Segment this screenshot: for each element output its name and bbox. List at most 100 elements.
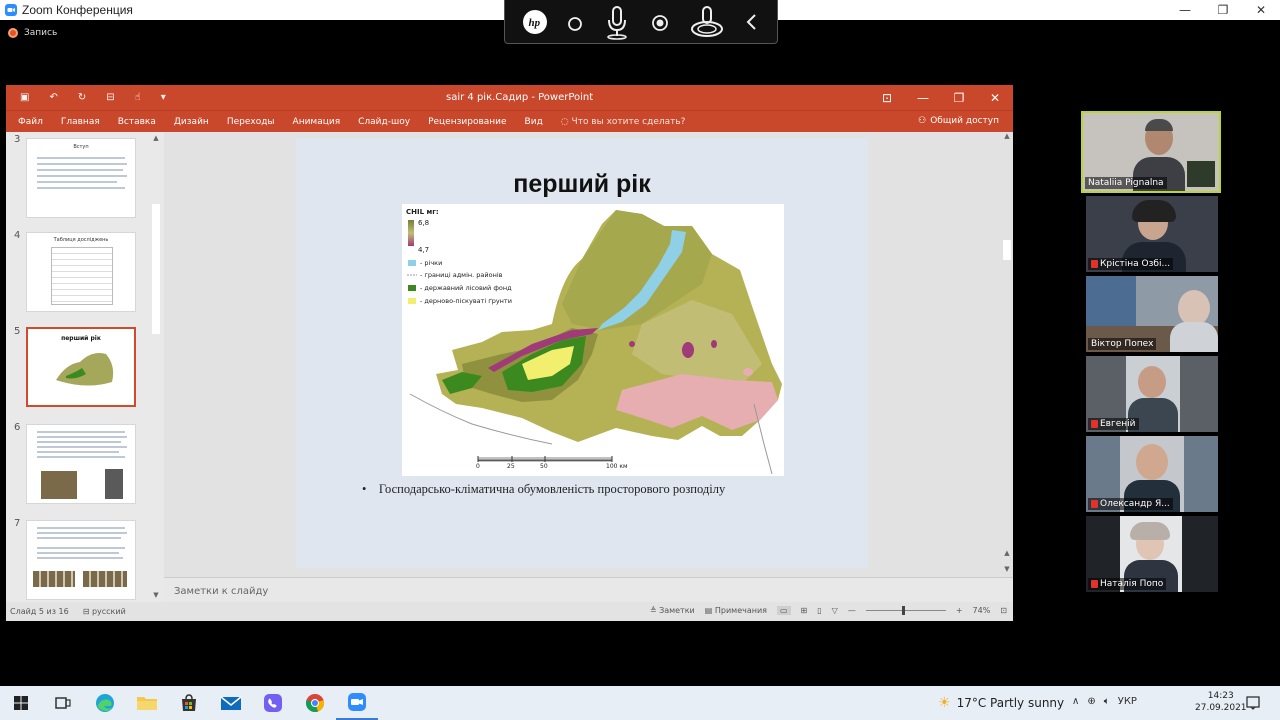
zoom-out-icon[interactable]: — xyxy=(848,606,856,615)
zoom-slider-thumb[interactable] xyxy=(901,606,905,615)
slide-scrollbar[interactable]: ▲ ▲ ▼ xyxy=(1001,132,1013,577)
slide-thumbnail-4[interactable]: Таблиця досліджень xyxy=(26,232,136,312)
webcam-icon[interactable] xyxy=(688,3,726,41)
slide-sorter-icon[interactable]: ⊞ xyxy=(801,606,808,615)
speaker-icon[interactable]: 🔈︎ xyxy=(1104,696,1110,707)
file-explorer-icon[interactable] xyxy=(126,686,168,720)
camera-record-icon[interactable] xyxy=(649,11,671,33)
ppt-minimize-icon[interactable]: — xyxy=(905,85,941,110)
language-indicator[interactable]: ⊟ русский xyxy=(83,607,126,616)
tab-design[interactable]: Дизайн xyxy=(174,117,209,127)
qat-customize-icon[interactable]: ▾ xyxy=(161,92,166,103)
slide-thumbnail-6[interactable] xyxy=(26,424,136,504)
language-label: русский xyxy=(91,607,126,616)
legend-low: 4,7 xyxy=(418,246,430,254)
slide-counter: Слайд 5 из 16 xyxy=(10,607,69,616)
undo-icon[interactable]: ↶ xyxy=(49,92,57,103)
slide-bullet[interactable]: • Господарсько-кліматична обумовленість … xyxy=(362,482,725,497)
legend-high: 6,8 xyxy=(418,219,430,227)
notes-toggle[interactable]: ≜ Заметки xyxy=(650,606,695,615)
ppt-titlebar: ▣ ↶ ↻ ⊟ ☝ ▾ sair 4 рік.Садир - PowerPoin… xyxy=(6,85,1013,110)
redo-icon[interactable]: ↻ xyxy=(78,92,86,103)
tab-view[interactable]: Вид xyxy=(525,117,543,127)
chrome-icon[interactable] xyxy=(294,686,336,720)
zoom-taskbar-icon[interactable] xyxy=(336,686,378,720)
viber-icon[interactable] xyxy=(252,686,294,720)
start-from-beginning-icon[interactable]: ⊟ xyxy=(106,92,114,103)
recording-indicator[interactable]: Запись xyxy=(8,28,57,38)
tab-file[interactable]: Файл xyxy=(18,117,43,127)
current-slide[interactable]: перший рік СНІL мг: 6,8 4,7 - річки - гр… xyxy=(296,138,868,568)
zoom-slider[interactable] xyxy=(865,606,946,615)
restore-icon[interactable]: ❐ xyxy=(1204,0,1242,20)
ribbon-display-options-icon[interactable]: ⊡ xyxy=(869,85,905,110)
participant-name: Олександр Я... xyxy=(1088,498,1173,510)
tell-me-search[interactable]: ◌ Что вы хотите сделать? xyxy=(561,117,686,127)
keyboard-language[interactable]: УКР xyxy=(1118,696,1137,707)
save-icon[interactable]: ▣ xyxy=(20,92,29,103)
zoom-in-icon[interactable]: + xyxy=(956,606,963,615)
zoom-level[interactable]: 74% xyxy=(973,606,991,615)
windows-taskbar: ☀ 17°C Partly sunny ∧ ⊕ 🔈︎ УКР 14:23 27.… xyxy=(0,686,1280,720)
weather-widget[interactable]: ☀ 17°C Partly sunny xyxy=(938,695,1064,711)
participant-name: Віктор Попех xyxy=(1088,338,1157,350)
slide-thumbnail-7[interactable] xyxy=(26,520,136,600)
participant-video[interactable]: Крістіна Озбі... xyxy=(1086,196,1218,272)
prev-slide-icon[interactable]: ▲ xyxy=(1001,549,1013,557)
participant-video[interactable]: Олександр Я... xyxy=(1086,436,1218,512)
scroll-up-icon[interactable]: ▲ xyxy=(150,134,162,142)
circle-small-icon[interactable] xyxy=(565,12,585,32)
participant-video[interactable]: Віктор Попех xyxy=(1086,276,1218,352)
chevron-left-icon[interactable] xyxy=(744,11,760,33)
participant-video[interactable]: Евгеній xyxy=(1086,356,1218,432)
network-icon[interactable]: ⊕ xyxy=(1087,696,1095,707)
scale-tick: 25 xyxy=(507,463,515,470)
legend-item-sand: - дерново-піскуваті ґрунти xyxy=(420,297,512,305)
slide-title[interactable]: перший рік xyxy=(296,170,868,199)
share-button[interactable]: ⚇ Общий доступ xyxy=(918,116,999,126)
ppt-restore-icon[interactable]: ❐ xyxy=(941,85,977,110)
comments-toggle[interactable]: ▤ Примечания xyxy=(705,606,767,615)
thumb-number: 5 xyxy=(14,326,21,337)
scroll-thumb[interactable] xyxy=(1003,240,1011,260)
spellcheck-icon: ⊟ xyxy=(82,607,92,616)
minimize-icon[interactable]: — xyxy=(1166,0,1204,20)
mail-icon[interactable] xyxy=(210,686,252,720)
scroll-down-icon[interactable]: ▼ xyxy=(150,591,162,599)
slideshow-icon[interactable]: ▽ xyxy=(832,606,838,615)
participant-video[interactable]: Наталія Попо xyxy=(1086,516,1218,592)
tab-animations[interactable]: Анимация xyxy=(293,117,341,127)
notifications-icon[interactable] xyxy=(1232,686,1274,720)
reading-view-icon[interactable]: ▯ xyxy=(817,606,821,615)
scroll-up-icon[interactable]: ▲ xyxy=(1001,132,1013,140)
normal-view-icon[interactable]: ▭ xyxy=(776,606,791,615)
slide-thumbnail-5[interactable]: перший рік xyxy=(26,327,136,407)
bullet-text: Господарсько-кліматична обумовленість пр… xyxy=(378,482,726,496)
ppt-close-icon[interactable]: ✕ xyxy=(977,85,1013,110)
close-icon[interactable]: ✕ xyxy=(1242,0,1280,20)
thumb-number: 3 xyxy=(14,134,21,145)
slide-notes-field[interactable]: Заметки к слайду xyxy=(164,577,1013,602)
partly-sunny-icon: ☀ xyxy=(938,695,951,711)
legend-title: СНІL мг: xyxy=(406,208,439,216)
touch-mode-icon[interactable]: ☝ xyxy=(135,92,141,103)
task-view-icon[interactable] xyxy=(42,686,84,720)
tab-insert[interactable]: Вставка xyxy=(118,117,156,127)
thumbnail-scrollbar[interactable]: ▲ ▼ xyxy=(150,134,162,599)
store-icon[interactable] xyxy=(168,686,210,720)
scroll-thumb[interactable] xyxy=(152,204,160,334)
legend-item-forest: - державний лісовий фонд xyxy=(420,284,512,292)
slide-thumbnail-3[interactable]: Вступ xyxy=(26,138,136,218)
participant-video-active[interactable]: Nataliia Pignalna xyxy=(1081,111,1221,193)
microphone-icon[interactable] xyxy=(603,4,631,40)
next-slide-icon[interactable]: ▼ xyxy=(1001,565,1013,573)
comments-label: Примечания xyxy=(714,606,767,615)
tab-transitions[interactable]: Переходы xyxy=(227,117,275,127)
tab-slideshow[interactable]: Слайд-шоу xyxy=(358,117,410,127)
windows-start-icon[interactable] xyxy=(0,686,42,720)
edge-browser-icon[interactable] xyxy=(84,686,126,720)
tab-review[interactable]: Рецензирование xyxy=(428,117,506,127)
fit-slide-icon[interactable]: ⊡ xyxy=(1000,606,1007,615)
tab-home[interactable]: Главная xyxy=(61,117,100,127)
tray-overflow-icon[interactable]: ∧ xyxy=(1072,696,1079,707)
